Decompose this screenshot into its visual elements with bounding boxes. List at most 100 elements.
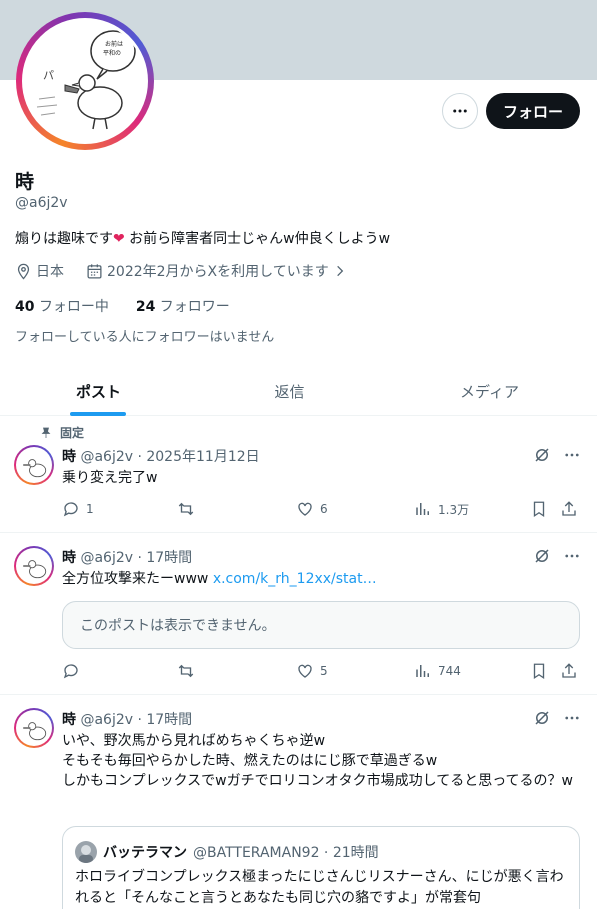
reply-button[interactable]: 1 — [62, 500, 94, 518]
post-avatar[interactable] — [14, 546, 54, 586]
post-author[interactable]: 時 — [62, 449, 76, 465]
post-avatar[interactable] — [14, 445, 54, 485]
analytics-icon — [416, 665, 429, 677]
post-avatar[interactable] — [14, 708, 54, 748]
bookmark-button[interactable] — [530, 500, 548, 518]
profile-tabs: ポスト 返信 メディア — [0, 366, 597, 416]
bookmark-icon — [533, 663, 545, 680]
followers-you-know-note: フォローしている人にフォロワーはいません — [15, 330, 275, 345]
post-header: 時 @a6j2v · 2025年11月12日 — [62, 446, 260, 466]
bio-text-2: お前ら障害者同士じゃんw仲良くしようw — [124, 231, 391, 247]
followers-count: 24 — [135, 299, 156, 315]
chevron-right-icon[interactable] — [333, 264, 347, 278]
tab-media[interactable]: メディア — [382, 366, 597, 416]
share-icon — [562, 663, 576, 678]
view-count: 744 — [438, 664, 461, 678]
grok-icon[interactable] — [533, 547, 551, 565]
repost-button[interactable] — [177, 662, 195, 680]
following-link[interactable]: 40 フォロー中 — [15, 299, 109, 315]
heart-icon: ❤ — [113, 231, 125, 247]
quote-avatar — [75, 841, 97, 863]
post-meta[interactable]: @a6j2v · 2025年11月12日 — [80, 449, 259, 465]
like-button[interactable]: 6 — [296, 500, 328, 518]
profile-joined[interactable]: 2022年2月からXを利用しています — [107, 261, 329, 281]
views-button[interactable]: 1.3万 — [414, 500, 469, 518]
grok-icon[interactable] — [533, 446, 551, 464]
quote-header: バッテラマン @BATTERAMAN92 · 21時間 — [75, 841, 379, 863]
pigeon-drawing-icon: お前は 平和の パ — [25, 21, 145, 141]
post-text: いや、野次馬から見ればめちゃくちゃ逆w そもそも毎回やらかした時、燃えたのはにじ… — [62, 731, 577, 791]
post-more-icon[interactable] — [563, 547, 581, 565]
reply-icon — [63, 502, 78, 517]
post-actions: 5 744 — [62, 662, 582, 684]
following-count: 40 — [15, 299, 35, 315]
share-icon — [562, 501, 576, 516]
bio-text-1: 煽りは趣味です — [15, 231, 113, 247]
post-body: 全方位攻撃来たーwww — [62, 571, 213, 587]
post-author[interactable]: 時 — [62, 550, 76, 566]
follow-button[interactable]: フォロー — [486, 93, 580, 129]
quote-author: バッテラマン — [103, 845, 187, 861]
post-top-icons — [533, 446, 581, 464]
tab-replies[interactable]: 返信 — [197, 366, 382, 416]
post-text: 乗り変え完了w — [62, 470, 158, 486]
post-meta[interactable]: @a6j2v · 17時間 — [80, 712, 192, 728]
profile-name: 時 — [15, 171, 35, 193]
reply-count: 1 — [86, 502, 94, 516]
svg-text:パ: パ — [43, 69, 54, 82]
repost-icon — [178, 664, 194, 678]
post-top-icons — [533, 709, 581, 727]
post-line: しかもコンプレックスでwガチでロリコンオタク市場成功してると思ってるの？w — [62, 773, 573, 789]
like-count: 5 — [320, 664, 328, 678]
post-meta[interactable]: @a6j2v · 17時間 — [80, 550, 192, 566]
profile-avatar[interactable]: お前は 平和の パ — [16, 12, 154, 150]
svg-text:お前は: お前は — [105, 40, 123, 48]
share-button[interactable] — [560, 500, 578, 518]
profile-handle: @a6j2v — [15, 195, 68, 211]
location-icon — [17, 263, 30, 280]
grok-icon[interactable] — [533, 709, 551, 727]
post-more-icon[interactable] — [563, 709, 581, 727]
like-count: 6 — [320, 502, 328, 516]
follow-counts: 40 フォロー中 24 フォロワー — [15, 296, 230, 316]
view-count: 1.3万 — [438, 502, 470, 517]
profile-location: 日本 — [36, 264, 64, 280]
bookmark-icon — [533, 501, 545, 518]
post-header: 時 @a6j2v · 17時間 — [62, 709, 192, 729]
post-author[interactable]: 時 — [62, 712, 76, 728]
post-line: そもそも毎回やらかした時、燃えたのはにじ豚で草過ぎるw — [62, 753, 438, 769]
views-button[interactable]: 744 — [414, 662, 461, 680]
pinned-label: 固定 — [40, 424, 84, 441]
reply-icon — [63, 664, 78, 679]
svg-text:平和の: 平和の — [103, 49, 121, 57]
pinned-text: 固定 — [60, 426, 85, 440]
profile-meta: 日本 2022年2月からXを利用しています — [15, 261, 347, 281]
post-actions: 1 6 1.3万 — [62, 500, 582, 522]
more-dots-icon — [453, 109, 467, 113]
followers-link[interactable]: 24 フォロワー — [136, 299, 230, 315]
profile-bio: 煽りは趣味です❤ お前ら障害者同士じゃんw仲良くしようw — [15, 228, 390, 248]
active-tab-indicator — [70, 412, 126, 416]
repost-icon — [178, 502, 194, 516]
post-more-icon[interactable] — [563, 446, 581, 464]
post-header: 時 @a6j2v · 17時間 — [62, 547, 192, 567]
avatar-image: お前は 平和の パ — [22, 18, 148, 144]
share-button[interactable] — [560, 662, 578, 680]
followers-label: フォロワー — [159, 299, 230, 315]
heart-outline-icon — [298, 664, 312, 678]
post-link[interactable]: x.com/k_rh_12xx/stat… — [213, 571, 377, 587]
post-line: いや、野次馬から見ればめちゃくちゃ逆w — [62, 733, 326, 749]
tab-posts[interactable]: ポスト — [0, 366, 197, 416]
like-button[interactable]: 5 — [296, 662, 328, 680]
quote-text: ホロライブコンプレックス極まったにじさんじリスナーさん、にじが悪く言われると「そ… — [75, 869, 564, 906]
calendar-icon — [87, 263, 102, 279]
repost-button[interactable] — [177, 500, 195, 518]
quote-meta: @BATTERAMAN92 · 21時間 — [193, 845, 379, 861]
more-options-button[interactable] — [442, 93, 478, 129]
post-top-icons — [533, 547, 581, 565]
heart-outline-icon — [298, 502, 312, 516]
quoted-post[interactable]: バッテラマン @BATTERAMAN92 · 21時間 ホロライブコンプレックス… — [62, 826, 580, 909]
bookmark-button[interactable] — [530, 662, 548, 680]
following-label: フォロー中 — [38, 299, 109, 315]
reply-button[interactable] — [62, 662, 80, 680]
